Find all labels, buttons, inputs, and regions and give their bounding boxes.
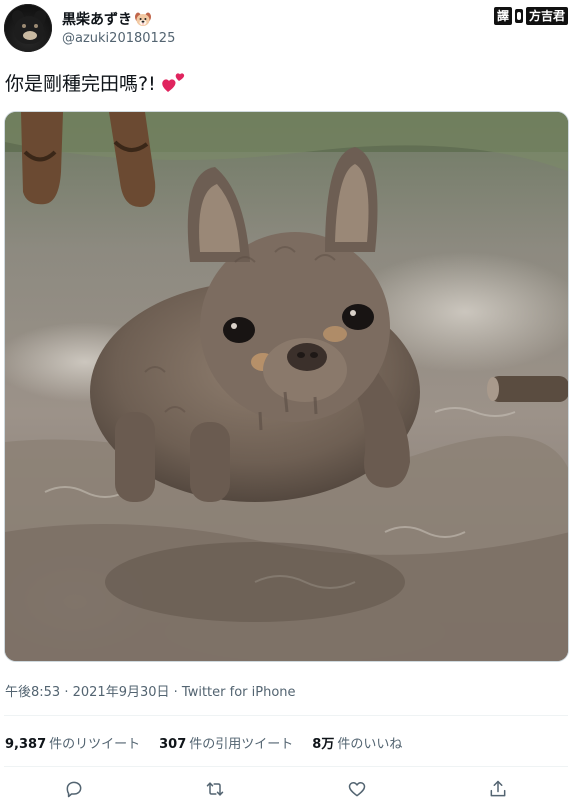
dog-face-icon <box>134 11 152 27</box>
retweets-count: 9,387 <box>5 737 47 752</box>
tweet-source[interactable]: Twitter for iPhone <box>182 685 296 700</box>
divider <box>4 766 568 767</box>
tweet-stats: 9,387 件のリツイート 307 件の引用ツイート 8万 件のいいね <box>5 733 421 752</box>
divider <box>4 715 568 716</box>
avatar-eye <box>34 24 38 28</box>
quotes-stat[interactable]: 307 件の引用ツイート <box>159 733 293 752</box>
name-row[interactable]: 黒柴あずき <box>62 9 152 29</box>
reply-icon <box>64 779 84 803</box>
tweet-actions <box>0 773 572 809</box>
avatar-eye <box>22 24 26 28</box>
like-icon <box>347 779 367 803</box>
tweet-date[interactable]: 2021年9月30日 <box>73 685 170 700</box>
tweet-time[interactable]: 午後8:53 <box>5 685 60 700</box>
tweet-text-content: 你是剛種完田嗎?! <box>5 73 156 95</box>
retweet-button[interactable] <box>203 779 227 803</box>
tweet-meta: 午後8:53 · 2021年9月30日 · Twitter for iPhone <box>5 681 296 700</box>
tweet-text: 你是剛種完田嗎?! <box>5 69 186 96</box>
like-button[interactable] <box>345 779 369 803</box>
likes-count: 8万 <box>312 737 335 752</box>
reply-button[interactable] <box>62 779 86 803</box>
mud-dog-photo <box>5 112 568 661</box>
retweets-stat[interactable]: 9,387 件のリツイート <box>5 733 140 752</box>
watermark-part2: 方吉君 <box>525 7 568 25</box>
tweet-photo[interactable] <box>4 111 569 662</box>
meta-separator: · <box>169 685 182 700</box>
tweet-card: 黒柴あずき @azuki20180125 譯 方吉君 你是剛種完田嗎?! 午後8… <box>0 0 572 809</box>
avatar-snout <box>23 31 37 40</box>
meta-separator: · <box>60 685 73 700</box>
user-handle[interactable]: @azuki20180125 <box>62 31 175 46</box>
translator-watermark: 譯 方吉君 <box>493 7 568 25</box>
watermark-part1: 譯 <box>493 7 512 25</box>
watermark-separator-icon <box>514 9 523 23</box>
likes-label: 件のいいね <box>337 737 403 752</box>
likes-stat[interactable]: 8万 件のいいね <box>312 733 402 752</box>
display-name[interactable]: 黒柴あずき <box>62 9 132 29</box>
quotes-label: 件の引用ツイート <box>189 737 294 752</box>
avatar[interactable] <box>4 4 52 52</box>
share-button[interactable] <box>486 779 510 803</box>
quotes-count: 307 <box>159 737 187 752</box>
retweet-icon <box>205 779 225 803</box>
retweets-label: 件のリツイート <box>49 737 141 752</box>
two-hearts-icon <box>160 68 186 94</box>
share-icon <box>488 779 508 803</box>
tweet-header: 黒柴あずき @azuki20180125 譯 方吉君 <box>0 0 572 60</box>
